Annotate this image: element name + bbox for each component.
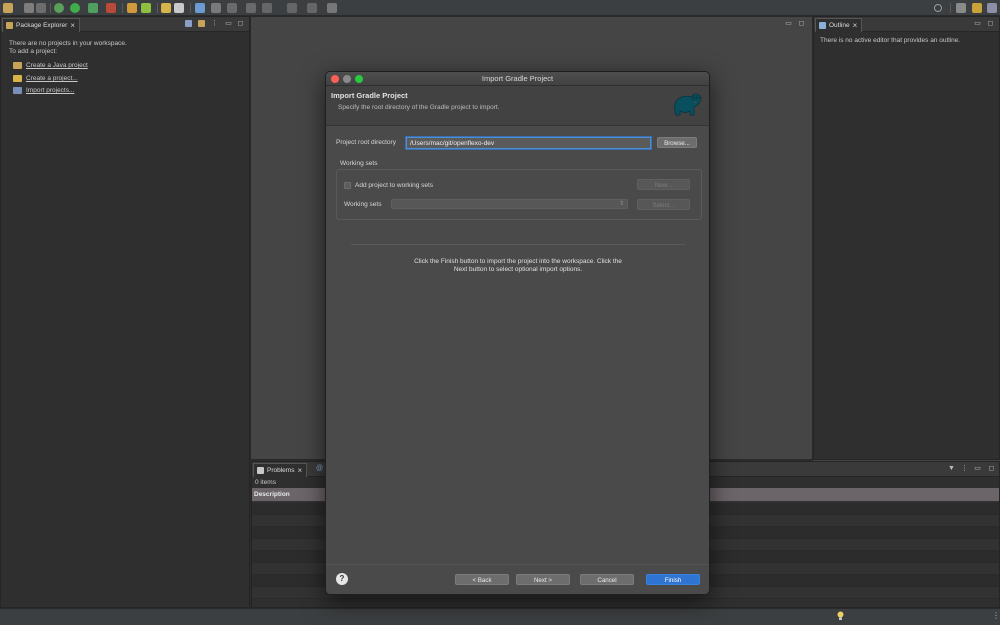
working-sets-label: Working sets [344,201,382,208]
maximize-icon[interactable]: ◻ [988,465,995,472]
project-icon [13,75,22,82]
window-minimize-button[interactable] [343,75,351,83]
coverage-icon[interactable] [88,3,98,13]
tab-problems[interactable]: Problems × [253,463,308,477]
no-projects-message: There are no projects in your workspace.… [9,40,127,55]
save-all-icon[interactable] [36,3,46,13]
back-icon[interactable] [287,3,297,13]
forward-icon[interactable] [307,3,317,13]
dialog-titlebar: Import Gradle Project [326,72,709,86]
open-task-icon[interactable] [195,3,205,13]
editor-minimize-icon[interactable]: ▭ [785,20,792,27]
working-sets-group [336,169,702,220]
main-toolbar [0,0,1000,16]
lightbulb-icon[interactable] [837,611,844,621]
root-dir-label: Project root directory [336,139,396,146]
dialog-subtitle: Specify the root directory of the Gradle… [338,104,500,111]
package-explorer-tab-label: Package Explorer [16,22,68,29]
create-java-project-link[interactable]: Create a Java project [13,62,88,69]
problems-tab-label: Problems [267,467,295,474]
back-button[interactable]: < Back [455,574,509,585]
maximize-icon[interactable]: ◻ [237,20,244,27]
help-button[interactable]: ? [336,573,348,585]
tab-package-explorer[interactable]: Package Explorer × [2,18,80,32]
package-explorer-view: Package Explorer × ⋮ ▭ ◻ There are no pr… [0,16,250,608]
status-menu-icon[interactable]: ⋮ [992,611,1000,620]
outline-tabbar: Outline × ▭ ◻ [814,17,999,32]
javadoc-tab-icon[interactable]: @ [316,465,323,472]
finish-button[interactable]: Finish [646,574,700,585]
outline-view: Outline × ▭ ◻ There is no active editor … [813,16,1000,460]
pin-icon[interactable] [327,3,337,13]
finish-info-text: Click the Finish button to import the pr… [414,258,622,273]
save-icon[interactable] [24,3,34,13]
window-zoom-button[interactable] [355,75,363,83]
package-explorer-icon [6,22,13,29]
import-projects-link[interactable]: Import projects... [13,87,74,94]
outline-icon [819,22,826,29]
outline-tab-label: Outline [829,22,850,29]
select-working-sets-button[interactable]: Select... [637,199,690,210]
no-outline-message: There is no active editor that provides … [820,37,961,44]
view-menu-icon[interactable]: ⋮ [961,465,968,472]
java-project-icon [13,62,22,69]
external-tools-icon[interactable] [106,3,116,13]
next-annotation-icon[interactable] [227,3,237,13]
close-icon[interactable]: × [297,466,302,475]
debug-icon[interactable] [54,3,64,13]
maximize-icon[interactable]: ◻ [987,20,994,27]
dialog-window-title: Import Gradle Project [481,74,554,83]
root-dir-input[interactable] [406,137,651,149]
import-icon [13,87,22,94]
close-icon[interactable]: × [70,21,75,30]
dialog-title: Import Gradle Project [331,91,408,100]
add-to-working-sets-label[interactable]: Add project to working sets [355,182,433,189]
debug-perspective-icon[interactable] [987,3,997,13]
prev-annotation-icon[interactable] [246,3,256,13]
problems-icon [257,467,264,474]
button-bar-divider [326,564,709,565]
working-sets-select[interactable]: ⇕ [391,199,628,209]
create-project-link[interactable]: Create a project... [13,75,78,82]
java-perspective-icon[interactable] [972,3,982,13]
package-explorer-tabbar: Package Explorer × ⋮ ▭ ◻ [1,17,249,32]
cancel-button[interactable]: Cancel [580,574,634,585]
status-bar [0,608,1000,625]
editor-maximize-icon[interactable]: ◻ [798,20,805,27]
open-perspective-icon[interactable] [956,3,966,13]
window-close-button[interactable] [331,75,339,83]
minimize-icon[interactable]: ▭ [225,20,232,27]
browse-button[interactable]: Browse... [657,137,697,148]
divider [351,244,685,245]
collapse-all-icon[interactable] [185,20,192,27]
minimize-icon[interactable]: ▭ [974,465,981,472]
dialog-header: Import Gradle Project Specify the root d… [326,86,709,126]
dropdown-arrow-icon: ⇕ [618,201,624,207]
last-edit-icon[interactable] [262,3,272,13]
annotation-icon[interactable] [211,3,221,13]
new-package-icon[interactable] [141,3,151,13]
minimize-icon[interactable]: ▭ [974,20,981,27]
close-icon[interactable]: × [853,21,858,30]
problems-count: 0 items [255,479,276,486]
import-gradle-dialog: Import Gradle Project Import Gradle Proj… [325,71,710,595]
working-sets-group-label: Working sets [340,160,378,167]
search-tool-icon[interactable] [174,3,184,13]
new-icon[interactable] [3,3,13,13]
view-menu-icon[interactable]: ⋮ [211,20,218,27]
next-button[interactable]: Next > [516,574,570,585]
add-to-working-sets-checkbox[interactable] [344,182,351,189]
new-java-project-icon[interactable] [127,3,137,13]
tab-outline[interactable]: Outline × [815,18,863,32]
open-type-icon[interactable] [161,3,171,13]
run-icon[interactable] [70,3,80,13]
search-icon[interactable] [934,4,942,12]
gradle-elephant-icon [674,93,702,116]
link-with-editor-icon[interactable] [198,20,205,27]
filter-icon[interactable]: ▼ [948,465,955,472]
new-working-set-button[interactable]: New... [637,179,690,190]
